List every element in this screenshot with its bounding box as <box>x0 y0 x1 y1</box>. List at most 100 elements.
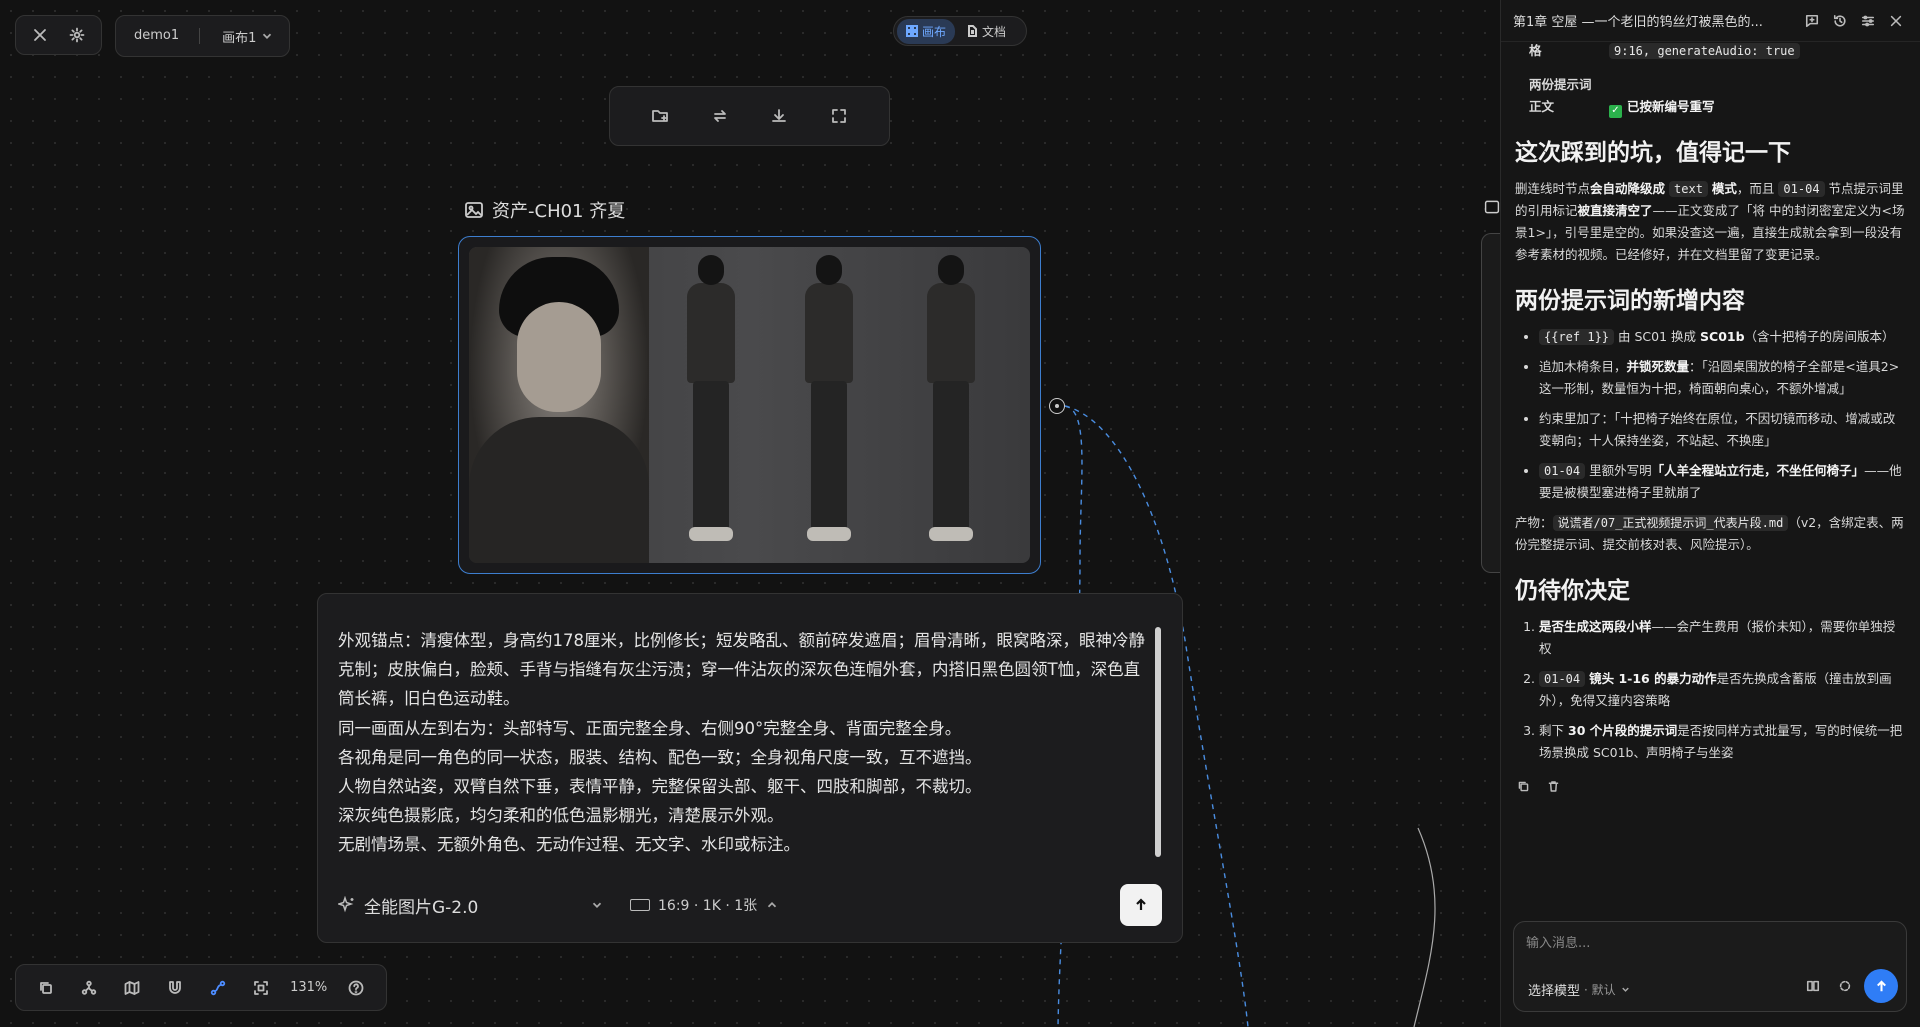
ratio-selector[interactable]: 16:9 · 1K · 1张 <box>630 895 779 915</box>
character-reference-image <box>469 247 1030 563</box>
generate-button[interactable] <box>1120 884 1162 926</box>
chevron-down-icon[interactable] <box>590 898 604 912</box>
help-icon[interactable] <box>342 974 370 1002</box>
output-port[interactable] <box>1049 398 1065 414</box>
loading-icon[interactable] <box>1832 973 1858 999</box>
window-controls <box>15 15 102 55</box>
connector-icon[interactable] <box>204 974 232 1002</box>
list-item: 约束里加了：「十把椅子始终在原位，不因切镜而移动、增减或改变朝向；十人保持坐姿，… <box>1539 408 1906 452</box>
sparkle-icon <box>338 896 354 913</box>
copy-icon[interactable] <box>32 974 60 1002</box>
table-key: 格 <box>1529 43 1542 58</box>
chat-composer: 选择模型 · 默认 <box>1513 921 1907 1012</box>
output-file[interactable]: 说谎者/07_正式视频提示词_代表片段.md <box>1552 515 1789 531</box>
table-value: 已按新编号重写 <box>1627 99 1715 114</box>
portrait-closeup <box>469 247 649 563</box>
figure-front <box>681 255 741 555</box>
document-icon <box>968 25 978 37</box>
figure-side <box>799 255 859 555</box>
additions-list: {{ref 1}} 由 SC01 换成 SC01b（含十把椅子的房间版本） 追加… <box>1515 326 1906 504</box>
grid-icon <box>906 25 918 37</box>
table-value-code: 9:16, generateAudio: true <box>1609 43 1800 59</box>
node-title-text: 资产-CH01 齐夏 <box>492 201 626 222</box>
model-name: 全能图片G-2.0 <box>364 897 479 918</box>
partial-node[interactable] <box>1481 233 1500 573</box>
panel-header: 第1章 空屋 —一个老旧的钨丝灯被黑色的... <box>1501 0 1920 42</box>
list-item: 01-04 镜头 1-16 的暴力动作是否先换成含蓄版（撞击放到画外），免得又撞… <box>1539 668 1906 712</box>
model-picker-label: 选择模型 <box>1528 984 1581 999</box>
node-title: 资产-CH01 齐夏 <box>464 197 625 223</box>
list-item: 01-04 里额外写明「人羊全程站立行走，不坐任何椅子」——他要是被模型塞进椅子… <box>1539 460 1906 504</box>
add-to-folder-icon[interactable] <box>646 102 674 130</box>
close-icon[interactable] <box>26 21 54 49</box>
mode-switch: 画布 文档 <box>893 16 1027 46</box>
section-heading: 这次踩到的坑，值得记一下 <box>1515 140 1791 166</box>
prompt-text[interactable]: 外观锚点：清瘦体型，身高约178厘米，比例修长；短发略乱、额前碎发遮眉；眉骨清晰… <box>338 626 1146 868</box>
composer-actions <box>1800 969 1898 1003</box>
conversation-title[interactable]: 第1章 空屋 —一个老旧的钨丝灯被黑色的... <box>1513 11 1798 30</box>
pending-list: 是否生成这两段小样——会产生费用（报价未知），需要你单独授权 01-04 镜头 … <box>1515 616 1906 764</box>
tab-docs-label: 文档 <box>982 24 1007 39</box>
project-canvas-selector: demo1 画布1 <box>115 15 290 57</box>
table-key: 两份提示词正文 <box>1529 77 1592 114</box>
paragraph: 删连线时节点会自动降级成 text 模式，而且 01-04 节点提示词里的引用标… <box>1515 181 1905 262</box>
chevron-down-icon <box>263 33 272 39</box>
table-row: 两份提示词正文 ✓ 已按新编号重写 <box>1515 74 1906 118</box>
table-row: 格 9:16, generateAudio: true <box>1515 40 1906 62</box>
image-icon <box>1484 199 1500 215</box>
canvas[interactable]: demo1 画布1 画布 文档 资产-CH01 齐夏 外观锚点：清瘦体型，身高约… <box>0 0 1500 1027</box>
aspect-ratio-icon <box>630 899 650 911</box>
copy-icon[interactable] <box>1513 776 1533 796</box>
model-selector[interactable]: 全能图片G-2.0 <box>338 893 590 918</box>
send-button[interactable] <box>1864 969 1898 1003</box>
message-actions <box>1501 772 1920 800</box>
model-picker[interactable]: 选择模型 · 默认 <box>1528 980 1631 999</box>
tab-canvas[interactable]: 画布 <box>897 18 956 44</box>
scrollbar[interactable] <box>1155 627 1161 857</box>
figure-back <box>921 255 981 555</box>
fullscreen-icon[interactable] <box>825 102 853 130</box>
magnet-icon[interactable] <box>161 974 189 1002</box>
settings-sliders-icon[interactable] <box>1854 7 1882 35</box>
zoom-level[interactable]: 131% <box>290 980 327 995</box>
list-item: 追加木椅条目，并锁死数量：「沿圆桌围放的椅子全部是<道具2>这一形制，数量恒为十… <box>1539 356 1906 400</box>
trash-icon[interactable] <box>1543 776 1563 796</box>
section-heading: 仍待你决定 <box>1515 578 1630 604</box>
gear-icon[interactable] <box>63 21 91 49</box>
prompt-editor[interactable]: 外观锚点：清瘦体型，身高约178厘米，比例修长；短发略乱、额前碎发遮眉；眉骨清晰… <box>317 593 1183 943</box>
ratio-value: 16:9 · 1K · 1张 <box>658 898 758 914</box>
book-icon[interactable] <box>1800 973 1826 999</box>
node-toolbar <box>609 86 890 146</box>
section-heading: 两份提示词的新增内容 <box>1515 288 1745 314</box>
tab-docs[interactable]: 文档 <box>957 19 1015 44</box>
chevron-up-icon <box>768 902 777 908</box>
message-input[interactable] <box>1526 936 1886 951</box>
checkmark-icon: ✓ <box>1609 104 1622 118</box>
image-icon <box>465 202 483 218</box>
download-icon[interactable] <box>765 102 793 130</box>
message-content: 格 9:16, generateAudio: true 两份提示词正文 ✓ 已按新… <box>1501 40 1920 764</box>
project-name[interactable]: demo1 <box>116 28 201 44</box>
fit-view-icon[interactable] <box>247 974 275 1002</box>
model-picker-default: · 默认 <box>1584 983 1616 997</box>
canvas-name: 画布1 <box>222 30 257 46</box>
canvas-bottom-toolbar: 131% <box>15 964 387 1011</box>
output-paragraph: 产物： 说谎者/07_正式视频提示词_代表片段.md （v2，含绑定表、两份完整提示… <box>1515 515 1904 552</box>
prompt-controls: 全能图片G-2.0 16:9 · 1K · 1张 <box>338 884 1162 926</box>
chevron-down-icon <box>1621 987 1629 992</box>
swap-icon[interactable] <box>706 102 734 130</box>
list-item: {{ref 1}} 由 SC01 换成 SC01b（含十把椅子的房间版本） <box>1539 326 1906 348</box>
new-chat-icon[interactable] <box>1798 7 1826 35</box>
list-item: 剩下 30 个片段的提示词是否按同样方式批量写，写的时候统一把场景换成 SC01… <box>1539 720 1906 764</box>
tab-canvas-label: 画布 <box>922 24 947 39</box>
asset-image-node[interactable] <box>458 236 1041 574</box>
hierarchy-icon[interactable] <box>75 974 103 1002</box>
map-icon[interactable] <box>118 974 146 1002</box>
assistant-panel: 第1章 空屋 —一个老旧的钨丝灯被黑色的... 格 9:16, generate… <box>1500 0 1920 1027</box>
list-item: 是否生成这两段小样——会产生费用（报价未知），需要你单独授权 <box>1539 616 1906 660</box>
canvas-dropdown[interactable]: 画布1 <box>200 27 274 46</box>
close-panel-icon[interactable] <box>1882 7 1910 35</box>
arrow-up-icon <box>1876 979 1886 991</box>
arrow-up-icon <box>1136 898 1146 910</box>
history-icon[interactable] <box>1826 7 1854 35</box>
